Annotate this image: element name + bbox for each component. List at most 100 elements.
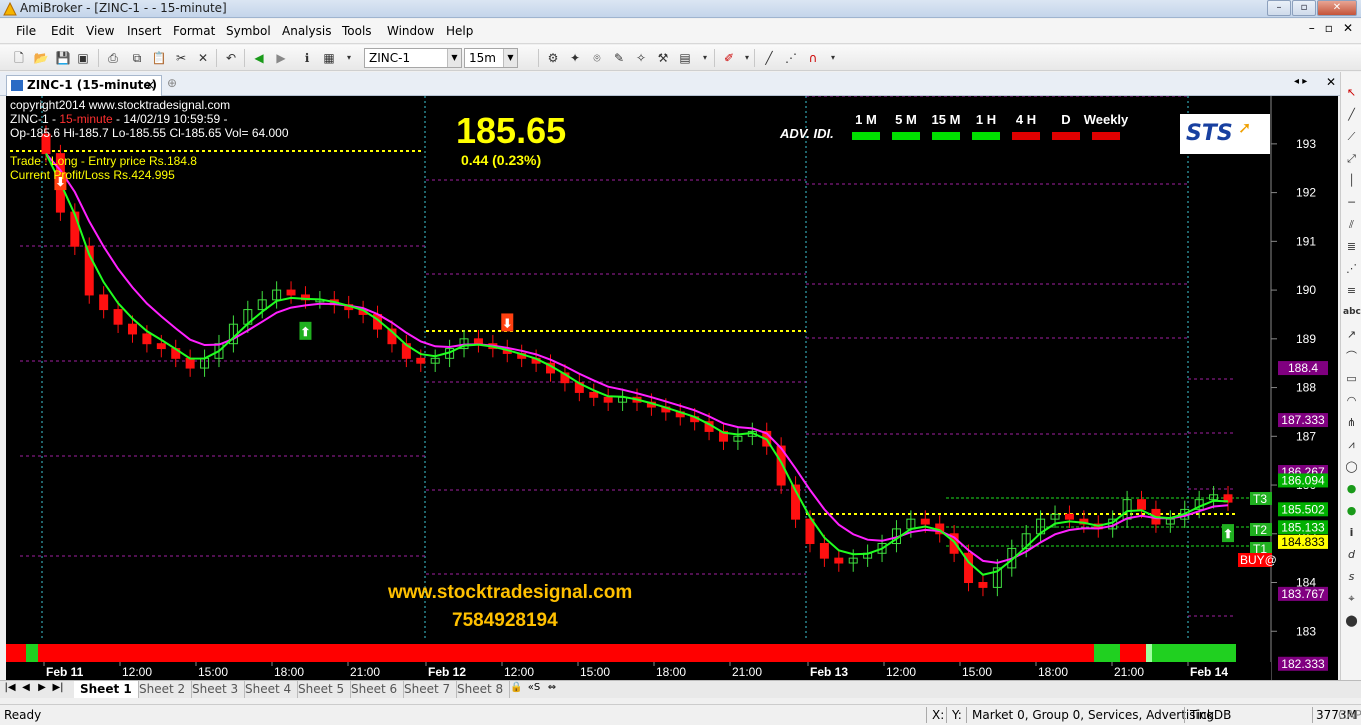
info-icon[interactable]: ℹ: [298, 49, 316, 67]
line-icon[interactable]: ╱: [760, 49, 778, 67]
magnet-icon[interactable]: ∩: [804, 49, 822, 67]
sheet-tab-2[interactable]: Sheet 2: [133, 681, 193, 698]
tool-a-icon[interactable]: ⚙: [544, 49, 562, 67]
sell-marker-icon[interactable]: ●: [1343, 502, 1360, 519]
channel-icon[interactable]: ⫽: [1343, 216, 1360, 233]
toolbar-dropdown-icon[interactable]: ▾: [340, 49, 358, 67]
tool-b-icon[interactable]: ✦: [566, 49, 584, 67]
save-icon[interactable]: 💾: [54, 49, 72, 67]
fit-icon[interactable]: ⇔: [546, 682, 558, 693]
amibroker-app-icon[interactable]: [3, 2, 17, 16]
undo-icon[interactable]: ↶: [222, 49, 240, 67]
sheet-tab-1[interactable]: Sheet 1: [74, 681, 139, 698]
paste-icon[interactable]: 📋: [150, 49, 168, 67]
menu-help[interactable]: Help: [446, 24, 473, 38]
menu-analysis[interactable]: Analysis: [282, 24, 331, 38]
horizontal-line-icon[interactable]: ─: [1343, 194, 1360, 211]
sheet-tab-7[interactable]: Sheet 7: [398, 681, 458, 698]
price-chart[interactable]: ⬆ ⬆ ⬇ ⬇ 1 M5 M 15 M1 H4 H D Weekly 193 192 191 190 1…: [6, 96, 1338, 681]
mdi-minimize-icon[interactable]: –: [1309, 21, 1315, 35]
trendline-icon[interactable]: ╱: [1343, 106, 1360, 123]
fibonacci-icon[interactable]: ≣: [1343, 238, 1360, 255]
symbol-info-line: ZINC-1 - 15-minute - 14/02/19 10:59:59 -: [10, 112, 227, 126]
dashed-line-icon[interactable]: ⋰: [782, 49, 800, 67]
mdi-restore-icon[interactable]: ▫: [1325, 21, 1333, 35]
copy-icon[interactable]: ⧉: [128, 49, 146, 67]
rectangle-icon[interactable]: ▭: [1343, 370, 1360, 387]
menu-file[interactable]: File: [16, 24, 36, 38]
new-icon[interactable]: 🗋: [10, 49, 28, 67]
misc-tool-icon[interactable]: ⌖: [1343, 590, 1360, 607]
menu-insert[interactable]: Insert: [127, 24, 161, 38]
prev-sheet-icon[interactable]: ◀: [20, 682, 32, 693]
gann-icon[interactable]: ⋰: [1343, 260, 1360, 277]
zigzag-icon[interactable]: ⩘: [1343, 436, 1360, 453]
pitchfork-icon[interactable]: ⋔: [1343, 414, 1360, 431]
back-icon[interactable]: ◀: [250, 49, 268, 67]
new-tab-icon[interactable]: ⊕: [167, 76, 177, 90]
fib-levels-icon[interactable]: ≡: [1343, 282, 1360, 299]
window-title: AmiBroker - [ZINC-1 - - 15-minute]: [20, 1, 227, 15]
menu-edit[interactable]: Edit: [51, 24, 74, 38]
bullet-tool-icon[interactable]: ⬤: [1343, 612, 1360, 629]
close-tab-icon[interactable]: ×: [145, 76, 155, 95]
sheet-tab-4[interactable]: Sheet 4: [239, 681, 299, 698]
next-sheet-icon[interactable]: ▶: [36, 682, 48, 693]
text-tool-icon[interactable]: abc: [1343, 304, 1361, 321]
auto-scroll-icon[interactable]: «S: [526, 682, 542, 693]
minimize-button[interactable]: –: [1267, 0, 1291, 16]
print-icon[interactable]: ⎙: [104, 49, 122, 67]
symbol-combo[interactable]: ZINC-1 ▼: [364, 48, 462, 68]
ray-icon[interactable]: ⟋: [1343, 128, 1360, 145]
interval-combo[interactable]: 15m ▼: [464, 48, 518, 68]
chevron-down-icon[interactable]: ▼: [503, 49, 517, 67]
menu-view[interactable]: View: [86, 24, 114, 38]
vertical-line-icon[interactable]: │: [1343, 172, 1360, 189]
save-all-icon[interactable]: ▣: [74, 49, 92, 67]
binoculars-icon[interactable]: ⌾: [588, 49, 606, 67]
last-sheet-icon[interactable]: ▶|: [52, 682, 64, 693]
toolbar-dropdown-icon[interactable]: ▾: [696, 49, 714, 67]
sheet-tab-5[interactable]: Sheet 5: [292, 681, 352, 698]
italic-i-icon[interactable]: i: [1343, 524, 1360, 541]
open-icon[interactable]: 📂: [32, 49, 50, 67]
arrow-tool-icon[interactable]: ↗: [1343, 326, 1360, 343]
menu-window[interactable]: Window: [387, 24, 434, 38]
close-button[interactable]: ✕: [1317, 0, 1357, 16]
cut-icon[interactable]: ✂: [172, 49, 190, 67]
italic-d-icon[interactable]: d: [1343, 546, 1360, 563]
buy-marker-icon[interactable]: ●: [1343, 480, 1360, 497]
first-sheet-icon[interactable]: |◀: [4, 682, 16, 693]
chart-canvas[interactable]: ⬆⬆⬇⬇1 M5 M 15 M1 H4 H D Weekly1931921911901…: [6, 96, 1338, 681]
menu-symbol[interactable]: Symbol: [226, 24, 271, 38]
italic-s-icon[interactable]: s: [1343, 568, 1360, 585]
sheet-tab-6[interactable]: Sheet 6: [345, 681, 405, 698]
candle-body: [834, 557, 844, 564]
chevron-down-icon[interactable]: ▼: [447, 49, 461, 67]
forward-icon[interactable]: ▶: [272, 49, 290, 67]
extended-line-icon[interactable]: ⤢: [1343, 150, 1360, 167]
pointer-icon[interactable]: ↖: [1343, 84, 1360, 101]
tab-zinc-chart[interactable]: ZINC-1 (15-minute) ×: [6, 75, 162, 96]
menu-format[interactable]: Format: [173, 24, 215, 38]
sheet-tab-3[interactable]: Sheet 3: [186, 681, 246, 698]
sheet-tab-8[interactable]: Sheet 8: [451, 681, 511, 698]
cycles-icon[interactable]: ⌒: [1343, 348, 1360, 365]
lock-icon[interactable]: 🔒: [510, 682, 522, 693]
tab-close-icon[interactable]: ✕: [1326, 75, 1336, 89]
toolbar-dropdown-icon[interactable]: ▾: [824, 49, 842, 67]
delete-icon[interactable]: ✕: [194, 49, 212, 67]
tool-c-icon[interactable]: ✎: [610, 49, 628, 67]
tool-f-icon[interactable]: ▤: [676, 49, 694, 67]
adv-indicator-bar: [1092, 132, 1120, 140]
tool-e-icon[interactable]: ⚒: [654, 49, 672, 67]
maximize-button[interactable]: ▫: [1292, 0, 1316, 16]
menu-tools[interactable]: Tools: [342, 24, 372, 38]
pen-icon[interactable]: ✐: [720, 49, 738, 67]
mdi-close-icon[interactable]: ✕: [1343, 21, 1353, 35]
tab-scroll-icon[interactable]: ◂ ▸: [1294, 76, 1307, 87]
ellipse-icon[interactable]: ◯: [1343, 458, 1360, 475]
arc-icon[interactable]: ◠: [1343, 392, 1360, 409]
calculator-icon[interactable]: ▦: [320, 49, 338, 67]
tool-d-icon[interactable]: ✧: [632, 49, 650, 67]
